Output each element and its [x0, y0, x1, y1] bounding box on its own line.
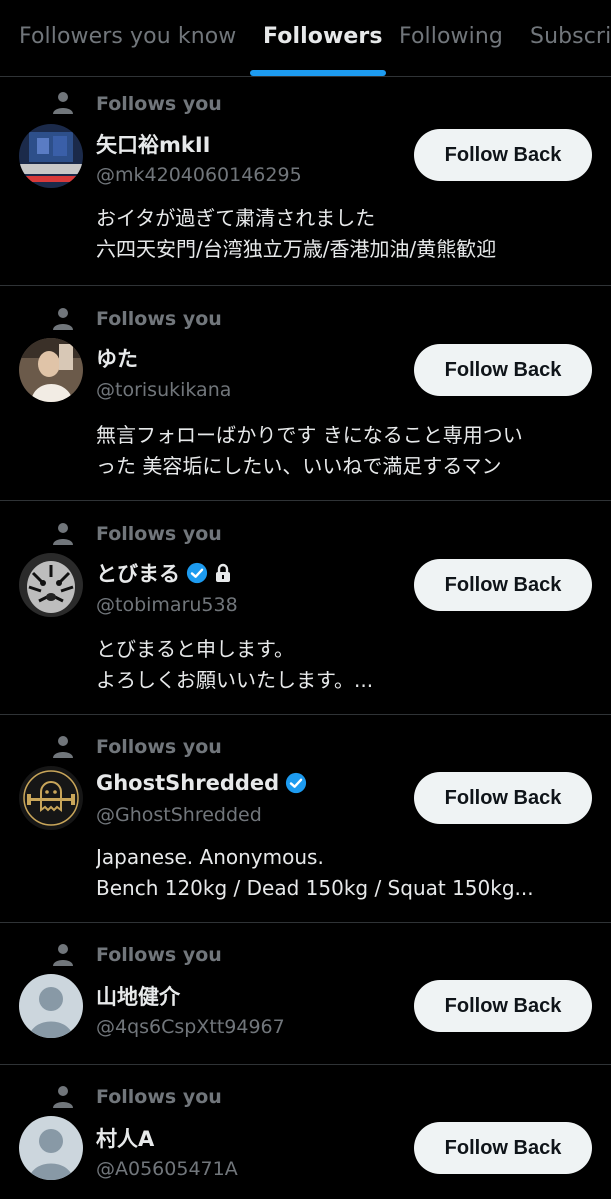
- tab-bar: Followers you know Followers Following S…: [0, 0, 611, 77]
- avatar-tiger-photo[interactable]: [19, 553, 83, 617]
- user-handle[interactable]: @mk4204060146295: [96, 164, 302, 186]
- tab-following[interactable]: Following: [399, 24, 503, 49]
- user-name[interactable]: ゆた: [96, 343, 138, 373]
- user-handle[interactable]: @GhostShredded: [96, 804, 262, 826]
- person-icon: [53, 736, 73, 758]
- user-name[interactable]: 矢口裕mkII: [96, 129, 210, 159]
- default-avatar[interactable]: [19, 1116, 83, 1180]
- bio-line: 無言フォローばかりです きになること専用つい: [96, 423, 523, 447]
- follow-back-button[interactable]: Follow Back: [414, 129, 592, 181]
- bio-line: とびまると申します。: [96, 637, 294, 661]
- avatar-robot-photo[interactable]: [19, 124, 83, 188]
- person-icon: [53, 944, 73, 966]
- person-icon: [53, 1086, 73, 1108]
- follows-you-label: Follows you: [96, 93, 222, 115]
- follows-you-label: Follows you: [96, 944, 222, 966]
- user-bio: おイタが過ぎて粛清されました 六四天安門/台湾独立万歳/香港加油/黄熊歓迎: [96, 203, 576, 265]
- avatar-ghost-lifter-logo[interactable]: [19, 766, 83, 830]
- follow-back-button[interactable]: Follow Back: [414, 772, 592, 824]
- follows-you-label: Follows you: [96, 1086, 222, 1108]
- user-cell[interactable]: Follows you 矢口裕mkII @mk4204060146295 Fol…: [0, 78, 611, 286]
- person-icon: [53, 523, 73, 545]
- user-name[interactable]: GhostShredded: [96, 771, 279, 795]
- avatar-person-photo[interactable]: [19, 338, 83, 402]
- follows-you-label: Follows you: [96, 523, 222, 545]
- follow-back-button[interactable]: Follow Back: [414, 1122, 592, 1174]
- bio-line: よろしくお願いいたします。...: [96, 668, 374, 692]
- user-bio: 無言フォローばかりです きになること専用つい った 美容垢にしたい、いいねで満足…: [96, 420, 576, 482]
- tab-followers[interactable]: Followers: [263, 24, 383, 49]
- user-handle[interactable]: @A05605471A: [96, 1158, 238, 1180]
- follow-back-button[interactable]: Follow Back: [414, 980, 592, 1032]
- bio-line: Japanese. Anonymous.: [96, 845, 324, 869]
- lock-icon: [216, 563, 230, 582]
- user-bio: Japanese. Anonymous. Bench 120kg / Dead …: [96, 842, 576, 904]
- follows-you-label: Follows you: [96, 736, 222, 758]
- person-icon: [53, 92, 73, 114]
- default-avatar[interactable]: [19, 974, 83, 1038]
- user-name[interactable]: とびまる: [96, 558, 180, 588]
- follow-back-button[interactable]: Follow Back: [414, 559, 592, 611]
- user-cell[interactable]: Follows you ゆた @torisukikana Follow Back…: [0, 287, 611, 501]
- verified-badge-icon: [286, 772, 307, 794]
- user-handle[interactable]: @torisukikana: [96, 379, 231, 401]
- user-name[interactable]: 山地健介: [96, 981, 180, 1011]
- bio-line: おイタが過ぎて粛清されました: [96, 206, 376, 230]
- user-name[interactable]: 村人A: [96, 1123, 154, 1153]
- verified-badge-icon: [186, 562, 208, 584]
- follow-back-button[interactable]: Follow Back: [414, 344, 592, 396]
- user-handle[interactable]: @tobimaru538: [96, 594, 238, 616]
- active-tab-indicator: [250, 70, 386, 76]
- bio-line: Bench 120kg / Dead 150kg / Squat 150kg..…: [96, 876, 534, 900]
- user-cell[interactable]: Follows you GhostShredded @GhostShredded…: [0, 716, 611, 923]
- user-cell[interactable]: Follows you とびまる @tobimaru538 Follow Bac…: [0, 502, 611, 715]
- person-icon: [53, 308, 73, 330]
- user-cell[interactable]: Follows you 山地健介 @4qs6CspXtt94967 Follow…: [0, 924, 611, 1065]
- follows-you-label: Follows you: [96, 308, 222, 330]
- bio-line: 六四天安門/台湾独立万歳/香港加油/黄熊歓迎: [96, 237, 497, 261]
- user-bio: とびまると申します。 よろしくお願いいたします。...: [96, 634, 576, 696]
- user-handle[interactable]: @4qs6CspXtt94967: [96, 1016, 285, 1038]
- user-cell[interactable]: Follows you 村人A @A05605471A Follow Back: [0, 1066, 611, 1199]
- tab-followers-you-know[interactable]: Followers you know: [19, 24, 236, 49]
- tab-subscriptions[interactable]: Subscri: [530, 24, 611, 49]
- bio-line: った 美容垢にしたい、いいねで満足するマン: [96, 454, 502, 478]
